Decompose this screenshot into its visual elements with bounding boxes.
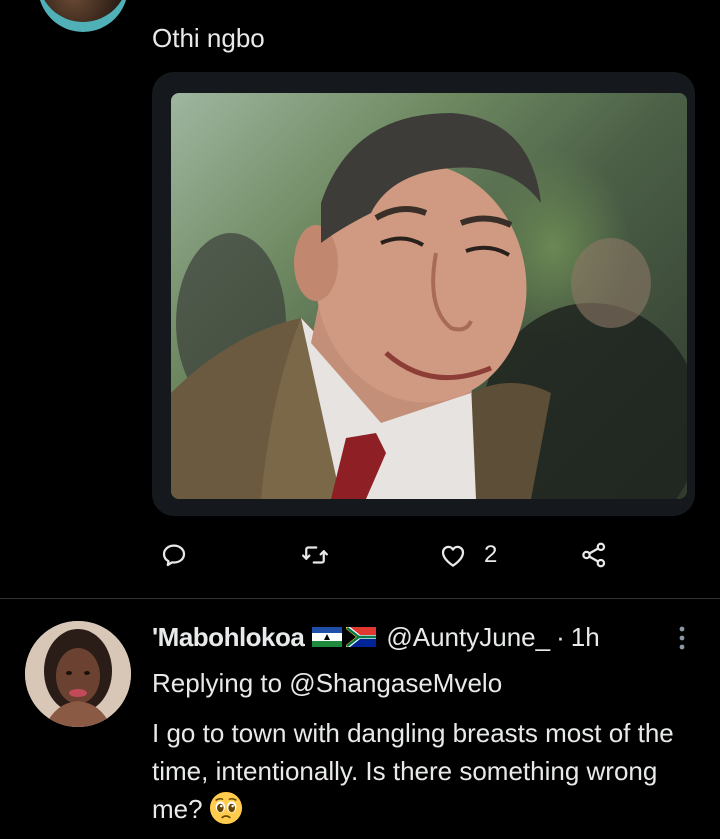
retweet-icon xyxy=(302,546,328,564)
tweet-divider xyxy=(0,598,720,599)
more-vertical-icon xyxy=(679,626,685,650)
replying-to[interactable]: Replying to @ShangaseMvelo xyxy=(152,666,502,700)
heart-icon xyxy=(441,545,465,567)
tweet-photo[interactable] xyxy=(171,93,687,499)
pleading-face-icon xyxy=(209,791,242,825)
tweet-text: Othi ngbo xyxy=(152,23,265,53)
lesotho-flag-icon xyxy=(312,627,343,647)
tweet-body: I go to town with dangling breasts most … xyxy=(152,714,697,828)
retweet-button[interactable] xyxy=(300,535,330,575)
user-handle[interactable]: @AuntyJune_ xyxy=(386,622,550,653)
south-africa-flag-icon xyxy=(346,627,377,647)
reply-button[interactable] xyxy=(159,535,189,575)
like-button[interactable]: 2 xyxy=(438,535,497,575)
photo-illustration xyxy=(171,113,687,499)
avatar[interactable] xyxy=(25,621,131,727)
reply-icon xyxy=(162,544,186,567)
avatar-photo xyxy=(25,621,131,727)
separator-dot: · xyxy=(556,621,565,652)
display-name[interactable]: 'Mabohlokoa xyxy=(152,622,305,653)
flag-emojis xyxy=(312,627,380,647)
more-options-button[interactable] xyxy=(671,623,693,653)
avatar[interactable] xyxy=(38,0,128,32)
timestamp[interactable]: 1h xyxy=(571,622,600,653)
share-icon xyxy=(582,542,606,568)
tweet-header: 'Mabohlokoa @AuntyJune_ · 1h xyxy=(152,619,600,655)
like-count: 2 xyxy=(484,541,498,568)
share-button[interactable] xyxy=(579,535,609,575)
